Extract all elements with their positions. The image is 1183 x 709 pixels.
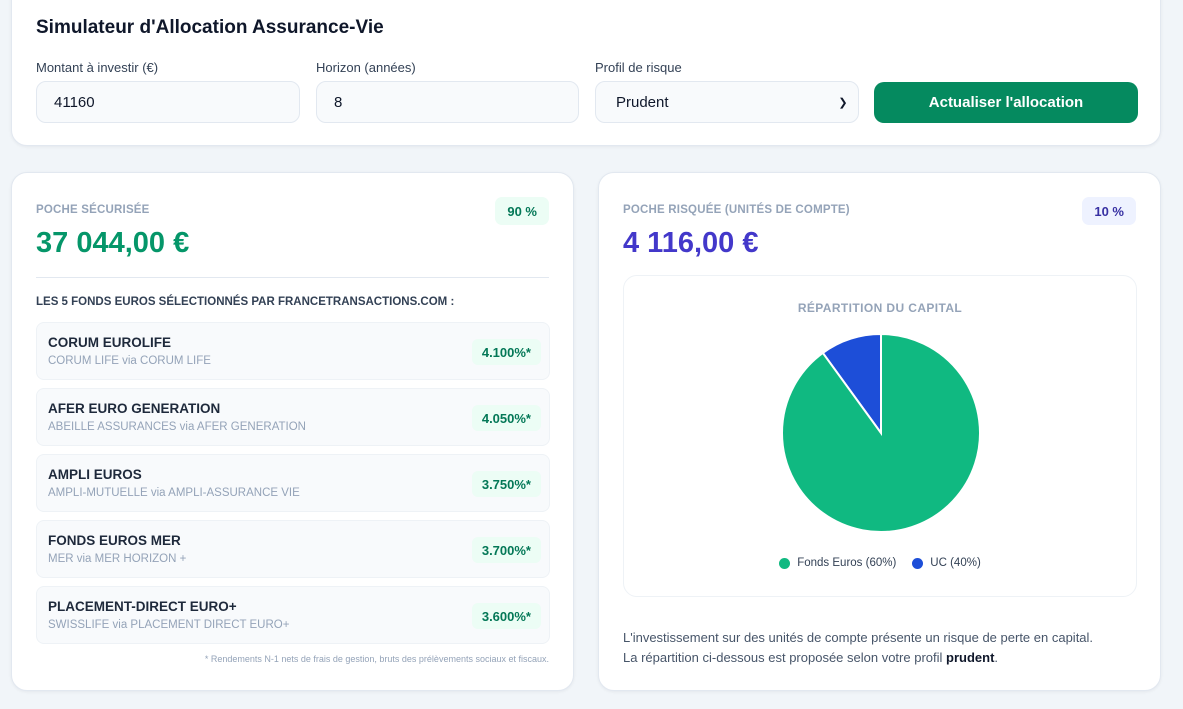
chevron-down-icon: ❯ — [838, 96, 848, 109]
amount-label: Montant à investir (€) — [36, 60, 159, 75]
profile-select-value: Prudent — [616, 93, 669, 111]
legend-color-dot — [912, 557, 924, 569]
footnote: * Rendements N-1 nets de frais de gestio… — [204, 654, 549, 664]
fund-provider: MER via MER HORIZON + — [48, 553, 187, 565]
secured-percent-badge: 90 % — [495, 197, 549, 225]
secured-pocket-card: POCHE SÉCURISÉE 90 % 37 044,00 € LES 5 F… — [11, 172, 574, 691]
fund-item: AFER EURO GENERATION ABEILLE ASSURANCES … — [36, 388, 550, 446]
fund-list: CORUM EUROLIFE CORUM LIFE via CORUM LIFE… — [36, 322, 550, 652]
risk-disclaimer: L'investissement sur des unités de compt… — [623, 628, 1143, 668]
legend-item-uc[interactable]: UC (40%) — [912, 557, 981, 569]
fund-name: AFER EURO GENERATION — [48, 401, 221, 416]
fund-name: FONDS EUROS MER — [48, 533, 181, 548]
fund-provider: SWISSLIFE via PLACEMENT DIRECT EURO+ — [48, 619, 290, 631]
legend-color-dot — [779, 557, 791, 569]
allocation-chart: RÉPARTITION DU CAPITAL Fonds Euros (60%)… — [623, 275, 1137, 597]
fund-item: FONDS EUROS MER MER via MER HORIZON + 3.… — [36, 520, 550, 578]
fund-provider: ABEILLE ASSURANCES via AFER GENERATION — [48, 421, 306, 433]
fund-rate-badge: 3.750%* — [471, 471, 541, 497]
legend-item-euros[interactable]: Fonds Euros (60%) — [779, 557, 896, 569]
fund-provider: CORUM LIFE via CORUM LIFE — [48, 355, 211, 367]
risky-pocket-card: POCHE RISQUÉE (UNITÉS DE COMPTE) 10 % 4 … — [598, 172, 1161, 691]
risky-amount: 4 116,00 € — [623, 227, 759, 259]
disclaimer-suffix: . — [994, 650, 999, 665]
profile-label: Profil de risque — [595, 60, 682, 75]
risky-percent-badge: 10 % — [1082, 197, 1136, 225]
fund-rate-badge: 3.700%* — [471, 537, 541, 563]
profile-select[interactable]: Prudent ❯ — [595, 81, 859, 123]
horizon-input[interactable] — [316, 81, 579, 123]
pie-chart — [781, 332, 981, 533]
fund-rate-badge: 3.600%* — [471, 603, 541, 629]
risky-pocket-label: POCHE RISQUÉE (UNITÉS DE COMPTE) — [623, 204, 850, 216]
fund-name: AMPLI EUROS — [48, 467, 142, 482]
chart-title: RÉPARTITION DU CAPITAL — [797, 301, 963, 315]
fund-item: CORUM EUROLIFE CORUM LIFE via CORUM LIFE… — [36, 322, 550, 380]
legend-label: UC (40%) — [930, 557, 981, 569]
disclaimer-line-2: La répartition ci-dessous est proposée s… — [623, 650, 947, 665]
funds-heading: LES 5 FONDS EUROS SÉLECTIONNÉS PAR FRANC… — [36, 296, 455, 308]
fund-name: PLACEMENT-DIRECT EURO+ — [48, 599, 237, 614]
fund-rate-badge: 4.050%* — [471, 405, 541, 431]
horizon-label: Horizon (années) — [316, 60, 416, 75]
simulator-form-card: Simulateur d'Allocation Assurance-Vie Mo… — [11, 0, 1161, 146]
fund-item: AMPLI EUROS AMPLI-MUTUELLE via AMPLI-ASS… — [36, 454, 550, 512]
page-title: Simulateur d'Allocation Assurance-Vie — [36, 17, 384, 38]
secured-amount: 37 044,00 € — [36, 227, 190, 259]
disclaimer-profile: prudent — [946, 650, 995, 665]
disclaimer-line-1: L'investissement sur des unités de compt… — [623, 630, 1094, 645]
fund-item: PLACEMENT-DIRECT EURO+ SWISSLIFE via PLA… — [36, 586, 550, 644]
fund-provider: AMPLI-MUTUELLE via AMPLI-ASSURANCE VIE — [48, 487, 300, 499]
fund-name: CORUM EUROLIFE — [48, 335, 171, 350]
legend-label: Fonds Euros (60%) — [797, 557, 897, 569]
pie-slice-fonds-euros[interactable] — [781, 332, 981, 533]
chart-legend: Fonds Euros (60%) UC (40%) — [624, 557, 1136, 569]
update-allocation-button[interactable]: Actualiser l'allocation — [874, 82, 1138, 123]
divider — [36, 277, 549, 278]
fund-rate-badge: 4.100%* — [471, 339, 541, 365]
amount-input[interactable] — [36, 81, 300, 123]
secured-pocket-label: POCHE SÉCURISÉE — [36, 204, 150, 216]
